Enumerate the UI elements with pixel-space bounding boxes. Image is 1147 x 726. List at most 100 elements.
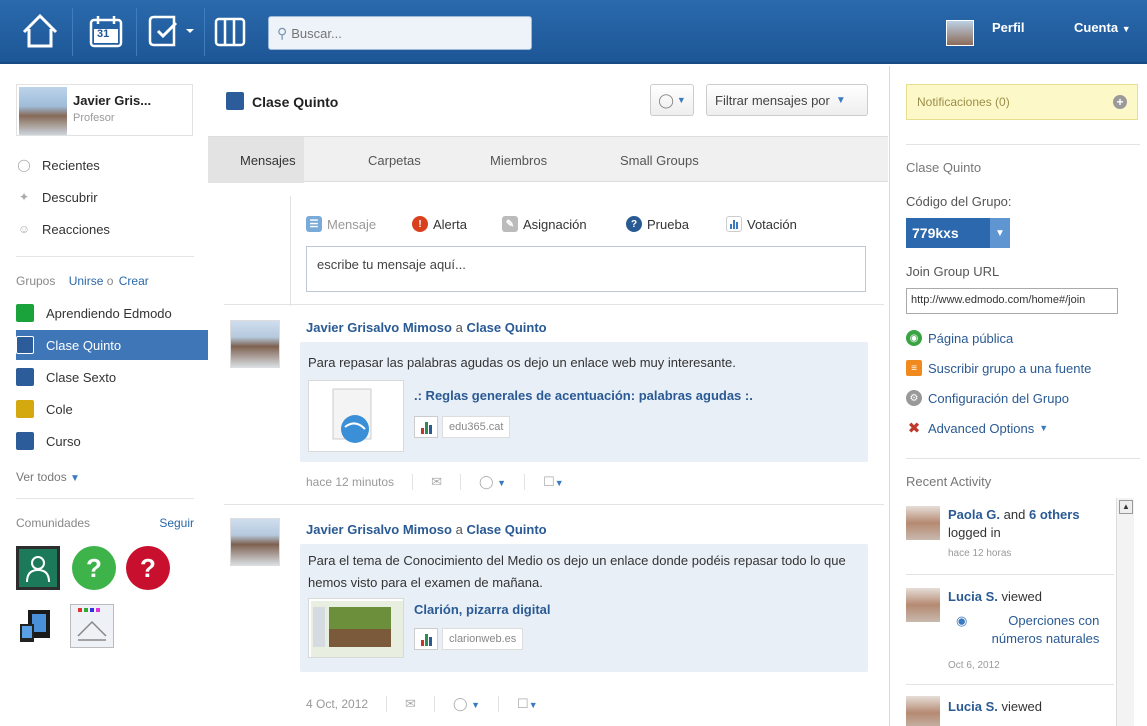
sidebar-item-recientes[interactable]: ◯ Recientes bbox=[16, 153, 100, 177]
public-page-link[interactable]: ◉ Página pública bbox=[906, 330, 1013, 346]
advanced-options-link[interactable]: ✖ Advanced Options ▼ bbox=[906, 420, 1048, 437]
avatar[interactable] bbox=[230, 518, 280, 566]
library-icon[interactable] bbox=[208, 10, 252, 52]
chevron-down-icon[interactable]: ▼ bbox=[990, 218, 1010, 248]
tab-label: Mensajes bbox=[240, 152, 296, 168]
link-label: Página pública bbox=[928, 330, 1014, 346]
calendar-icon[interactable]: 31 bbox=[84, 10, 128, 52]
more-actions-icon[interactable]: ☐▼ bbox=[524, 474, 564, 490]
search-input[interactable] bbox=[291, 25, 512, 41]
groups-label: Grupos bbox=[16, 274, 56, 288]
tag-filter-dropdown[interactable]: ◯ ▼ bbox=[650, 84, 694, 116]
activity-item[interactable]: ◉ Operciones con números naturales bbox=[956, 612, 1114, 648]
more-actions-icon[interactable]: ☐▼ bbox=[498, 696, 538, 712]
post-text: Para el tema de Conocimiento del Medio o… bbox=[308, 553, 846, 590]
reply-icon[interactable]: ✉ bbox=[412, 474, 442, 490]
community-math-icon[interactable] bbox=[70, 604, 114, 648]
compose-type-message[interactable]: ☰ Mensaje bbox=[306, 216, 376, 232]
tag-icon[interactable]: ◯ ▼ bbox=[433, 696, 480, 712]
post-connector: a bbox=[455, 522, 463, 537]
create-group-link[interactable]: Crear bbox=[119, 274, 149, 288]
link-title[interactable]: .: Reglas generales de acentuación: pala… bbox=[414, 388, 753, 403]
assignments-menu-icon[interactable] bbox=[144, 10, 200, 52]
activity-item-link[interactable]: Operciones con números naturales bbox=[975, 612, 1100, 648]
search-bar[interactable]: ⚲ bbox=[268, 16, 532, 50]
sidebar-item-descubrir[interactable]: ✦ Descubrir bbox=[16, 185, 98, 209]
scroll-up-icon[interactable]: ▲ bbox=[1119, 500, 1133, 514]
post-group-link[interactable]: Clase Quinto bbox=[466, 320, 546, 335]
post-author-link[interactable]: Javier Grisalvo Mimoso bbox=[306, 320, 452, 335]
post-content: Para repasar las palabras agudas os dejo… bbox=[300, 342, 868, 462]
chat-bubble-icon: ◯ bbox=[17, 158, 31, 172]
expand-icon[interactable]: + bbox=[1113, 95, 1127, 109]
divider bbox=[906, 144, 1140, 145]
group-color-square bbox=[16, 304, 34, 322]
sidebar-group-curso[interactable]: Curso bbox=[16, 426, 208, 456]
bar-chart-icon bbox=[414, 416, 438, 438]
post-timestamp: 4 Oct, 2012 bbox=[306, 697, 369, 711]
group-code-box[interactable]: 779kxs ▼ bbox=[906, 218, 1010, 248]
follow-communities-link[interactable]: Seguir bbox=[159, 516, 194, 530]
tab-carpetas[interactable]: Carpetas bbox=[368, 137, 421, 183]
tab-label: Miembros bbox=[490, 152, 548, 168]
home-icon[interactable] bbox=[18, 10, 62, 52]
community-support-icon[interactable]: ? bbox=[126, 546, 170, 590]
join-url-field[interactable]: http://www.edmodo.com/home#/join bbox=[906, 288, 1118, 314]
avatar[interactable] bbox=[230, 320, 280, 368]
join-group-link[interactable]: Unirse bbox=[69, 274, 104, 288]
reply-icon[interactable]: ✉ bbox=[386, 696, 416, 712]
link-thumbnail[interactable] bbox=[308, 598, 404, 658]
group-label: Aprendiendo Edmodo bbox=[46, 305, 172, 321]
community-teacher-icon[interactable] bbox=[16, 546, 60, 590]
compose-type-assignment[interactable]: ✎ Asignación bbox=[502, 216, 587, 232]
link-title[interactable]: Clarión, pizarra digital bbox=[414, 602, 551, 617]
see-all-groups-link[interactable]: Ver todos ▼ bbox=[16, 470, 80, 484]
community-help-icon[interactable]: ? bbox=[72, 546, 116, 590]
activity-text: Lucia S. viewed bbox=[948, 698, 1098, 716]
avatar[interactable] bbox=[946, 20, 974, 46]
tab-miembros[interactable]: Miembros bbox=[490, 137, 547, 183]
subscribe-feed-link[interactable]: ≡ Suscribir grupo a una fuente bbox=[906, 360, 1091, 376]
compose-type-label: Prueba bbox=[647, 216, 689, 232]
tab-label: Carpetas bbox=[368, 152, 421, 168]
activity-user-link[interactable]: Paola G. bbox=[948, 507, 1000, 522]
sidebar-group-aprendiendo-edmodo[interactable]: Aprendiendo Edmodo bbox=[16, 298, 208, 328]
post-content: Para el tema de Conocimiento del Medio o… bbox=[300, 544, 868, 672]
recent-activity-heading: Recent Activity bbox=[906, 474, 992, 489]
profile-card[interactable]: Javier Gris... Profesor bbox=[16, 84, 193, 136]
bar-chart-icon bbox=[414, 628, 438, 650]
filter-messages-dropdown[interactable]: Filtrar mensajes por ▼ bbox=[706, 84, 868, 116]
page-title: Clase Quinto bbox=[252, 94, 339, 110]
activity-others-link[interactable]: 6 others bbox=[1029, 507, 1080, 522]
sidebar-group-cole[interactable]: Cole bbox=[16, 394, 208, 424]
toolbar-divider bbox=[72, 8, 73, 56]
avatar[interactable] bbox=[906, 588, 940, 622]
message-input[interactable]: escribe tu mensaje aquí... bbox=[306, 246, 866, 292]
notifications-panel[interactable]: Notificaciones (0) + bbox=[906, 84, 1138, 120]
account-menu[interactable]: Cuenta ▼ bbox=[1074, 20, 1131, 35]
post-group-link[interactable]: Clase Quinto bbox=[466, 522, 546, 537]
compose-type-poll[interactable]: Votación bbox=[726, 216, 797, 232]
sidebar-group-clase-sexto[interactable]: Clase Sexto bbox=[16, 362, 208, 392]
avatar bbox=[19, 87, 67, 135]
post-author-link[interactable]: Javier Grisalvo Mimoso bbox=[306, 522, 452, 537]
link-thumbnail[interactable] bbox=[308, 380, 404, 452]
tag-icon: ◯ bbox=[658, 91, 674, 108]
compose-type-quiz[interactable]: ? Prueba bbox=[626, 216, 689, 232]
tag-icon[interactable]: ◯ ▼ bbox=[459, 474, 506, 490]
group-settings-link[interactable]: ⚙ Configuración del Grupo bbox=[906, 390, 1069, 406]
activity-user-link[interactable]: Lucia S. bbox=[948, 589, 998, 604]
tab-mensajes[interactable]: Mensajes bbox=[208, 137, 304, 183]
profile-link[interactable]: Perfil bbox=[992, 20, 1025, 35]
sidebar-item-reacciones[interactable]: ☺ Reacciones bbox=[16, 217, 110, 241]
avatar[interactable] bbox=[906, 696, 940, 726]
avatar[interactable] bbox=[906, 506, 940, 540]
tab-small-groups[interactable]: Small Groups bbox=[620, 137, 699, 183]
smiley-icon: ☺ bbox=[17, 222, 31, 236]
compose-type-alert[interactable]: ! Alerta bbox=[412, 216, 467, 232]
activity-scrollbar[interactable]: ▲ bbox=[1116, 498, 1134, 726]
activity-user-link[interactable]: Lucia S. bbox=[948, 699, 998, 714]
sidebar-group-clase-quinto[interactable]: Clase Quinto bbox=[16, 330, 208, 360]
community-technology-icon[interactable] bbox=[16, 604, 60, 648]
post-text: Para repasar las palabras agudas os dejo… bbox=[308, 355, 736, 370]
